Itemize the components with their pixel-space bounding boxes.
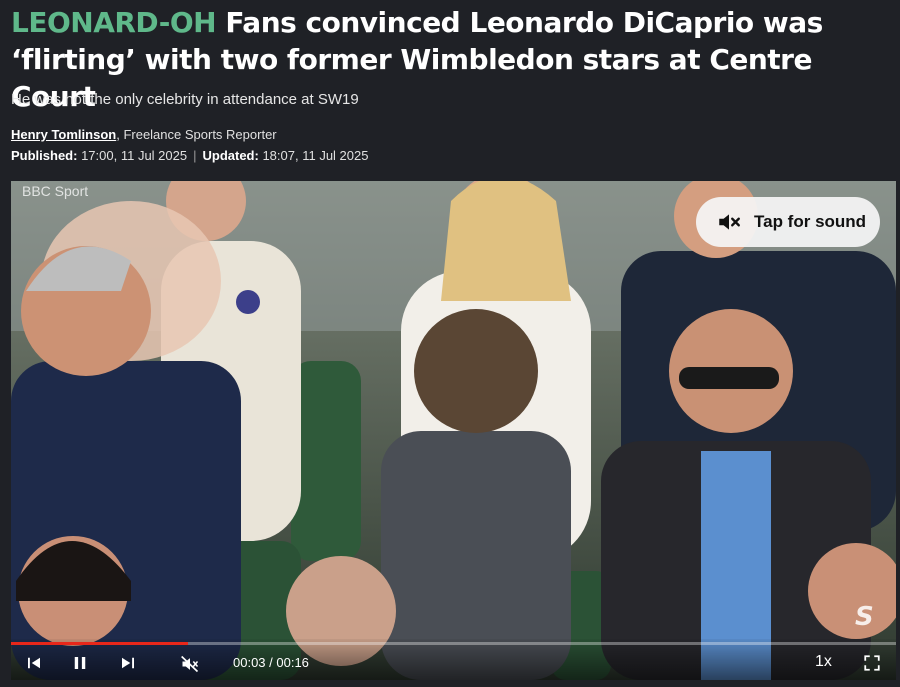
- playback-speed-button[interactable]: 1x: [815, 653, 832, 671]
- article-dates: Published: 17:00, 11 Jul 2025 | Updated: 1…: [11, 148, 368, 163]
- headline-kicker: LEONARD-OH: [11, 6, 217, 39]
- next-button[interactable]: [119, 654, 137, 672]
- video-controls: [11, 639, 896, 680]
- video-frame: [11, 181, 896, 680]
- speaker-muted-icon: [716, 209, 742, 235]
- pause-button[interactable]: [71, 654, 89, 672]
- fullscreen-button[interactable]: [863, 654, 881, 672]
- subheadline: He was not the only celebrity in attenda…: [11, 91, 359, 108]
- date-separator: |: [193, 148, 197, 163]
- author-role: , Freelance Sports Reporter: [116, 127, 277, 142]
- fullscreen-icon: [864, 655, 880, 671]
- published-label: Published:: [11, 148, 78, 163]
- broadcaster-watermark: BBC Sport: [22, 183, 89, 199]
- updated-label: Updated:: [202, 148, 259, 163]
- updated-value: 18:07, 11 Jul 2025: [262, 148, 369, 163]
- mute-button[interactable]: [180, 654, 200, 674]
- tap-for-sound-button[interactable]: Tap for sound: [696, 197, 880, 247]
- published-value: 17:00, 11 Jul 2025: [81, 148, 188, 163]
- video-player[interactable]: BBC Sport Tap for sound S 00:03 / 00:16 …: [11, 181, 896, 680]
- skip-previous-icon: [28, 657, 40, 669]
- previous-button[interactable]: [25, 654, 43, 672]
- progress-bar[interactable]: [11, 642, 896, 645]
- author-link[interactable]: Henry Tomlinson: [11, 127, 116, 142]
- progress-fill: [11, 642, 188, 645]
- byline: Henry Tomlinson, Freelance Sports Report…: [11, 127, 277, 142]
- tap-for-sound-label: Tap for sound: [754, 212, 867, 231]
- brand-logo: S: [855, 602, 874, 632]
- time-display: 00:03 / 00:16: [233, 655, 309, 670]
- mute-icon: [181, 655, 199, 673]
- pause-icon: [74, 657, 86, 669]
- skip-next-icon: [122, 657, 134, 669]
